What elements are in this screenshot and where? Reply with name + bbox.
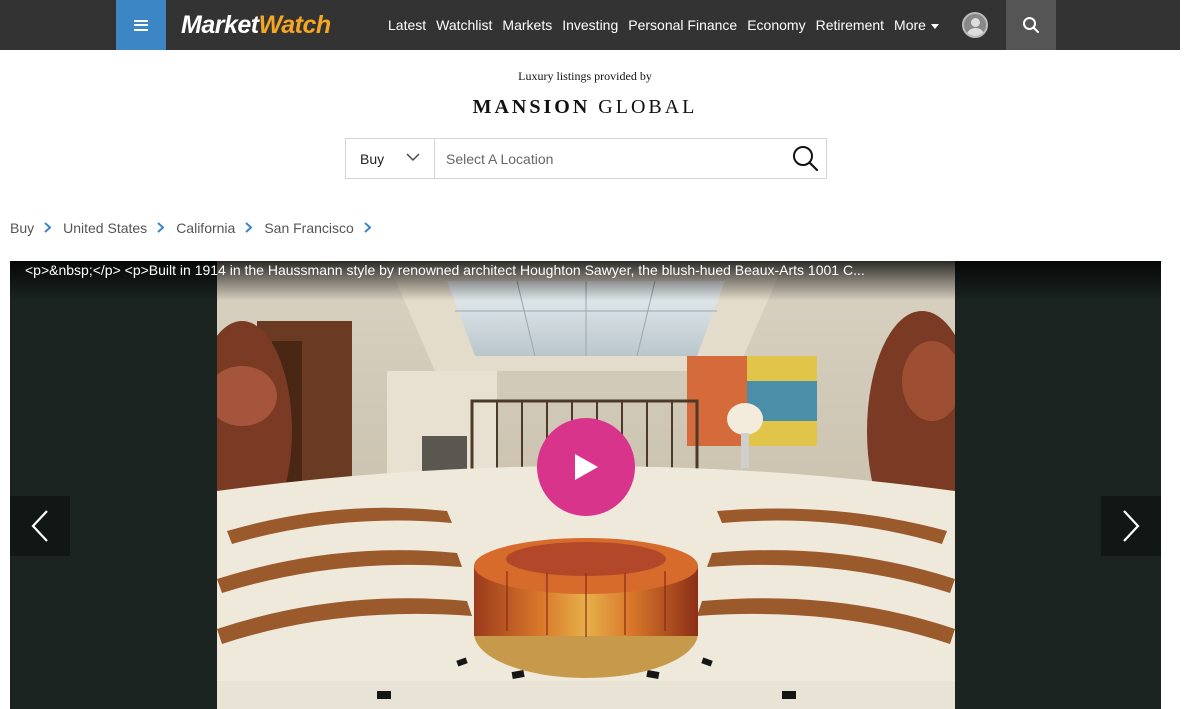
- location-input[interactable]: [446, 139, 776, 178]
- header-search-button[interactable]: [1006, 0, 1056, 50]
- breadcrumb: Buy United States California San Francis…: [10, 219, 383, 237]
- nav-retirement[interactable]: Retirement: [816, 17, 884, 33]
- marketwatch-logo[interactable]: MarketWatch: [181, 9, 331, 41]
- previous-photo-button[interactable]: [10, 496, 70, 556]
- provided-by-text: Luxury listings provided by: [518, 69, 652, 83]
- listing-photo-gallery[interactable]: <p>&nbsp;</p> <p>Built in 1914 in the Ha…: [10, 261, 1161, 709]
- nav-economy[interactable]: Economy: [747, 17, 805, 33]
- chevron-right-icon: [1123, 510, 1140, 542]
- mansion-global-logo-bold: MANSION: [472, 96, 591, 118]
- chevron-right-icon: [364, 220, 372, 236]
- buy-mode-value: Buy: [360, 150, 385, 167]
- play-icon: [575, 454, 598, 480]
- listing-caption: <p>&nbsp;</p> <p>Built in 1914 in the Ha…: [10, 261, 1161, 301]
- mansion-global-logo[interactable]: MANSION GLOBAL: [0, 96, 1170, 119]
- breadcrumb-san-francisco[interactable]: San Francisco: [264, 220, 353, 236]
- breadcrumb-united-states[interactable]: United States: [63, 220, 147, 236]
- search-submit-button[interactable]: [792, 145, 819, 177]
- nav-personal-finance[interactable]: Personal Finance: [628, 17, 737, 33]
- buy-mode-select[interactable]: Buy: [346, 139, 435, 178]
- menu-button[interactable]: [116, 0, 166, 50]
- nav-more-label: More: [894, 17, 926, 33]
- chevron-right-icon: [157, 220, 165, 236]
- chevron-right-icon: [245, 220, 253, 236]
- user-account-button[interactable]: [962, 12, 988, 38]
- hamburger-icon: [134, 19, 148, 31]
- nav-watchlist[interactable]: Watchlist: [436, 17, 492, 33]
- play-video-button[interactable]: [537, 418, 635, 516]
- nav-investing[interactable]: Investing: [562, 17, 618, 33]
- chevron-right-icon: [44, 220, 52, 236]
- magnifier-icon: [793, 146, 819, 172]
- mansion-global-logo-rest: GLOBAL: [590, 96, 698, 118]
- magnifier-icon: [1023, 17, 1039, 33]
- logo-text-watch: Watch: [258, 11, 332, 39]
- nav-latest[interactable]: Latest: [388, 17, 426, 33]
- main-nav: Latest Watchlist Markets Investing Perso…: [388, 0, 949, 50]
- nav-markets[interactable]: Markets: [502, 17, 552, 33]
- nav-more[interactable]: More: [894, 17, 939, 33]
- breadcrumb-buy[interactable]: Buy: [10, 220, 34, 236]
- chevron-left-icon: [31, 510, 48, 542]
- top-navigation-bar: MarketWatch Latest Watchlist Markets Inv…: [0, 0, 1180, 50]
- listing-search-bar: Buy: [345, 138, 827, 179]
- next-photo-button[interactable]: [1101, 496, 1161, 556]
- chevron-down-icon: [406, 153, 420, 161]
- breadcrumb-california[interactable]: California: [176, 220, 235, 236]
- caret-down-icon: [930, 23, 939, 29]
- logo-text-market: Market: [181, 11, 259, 39]
